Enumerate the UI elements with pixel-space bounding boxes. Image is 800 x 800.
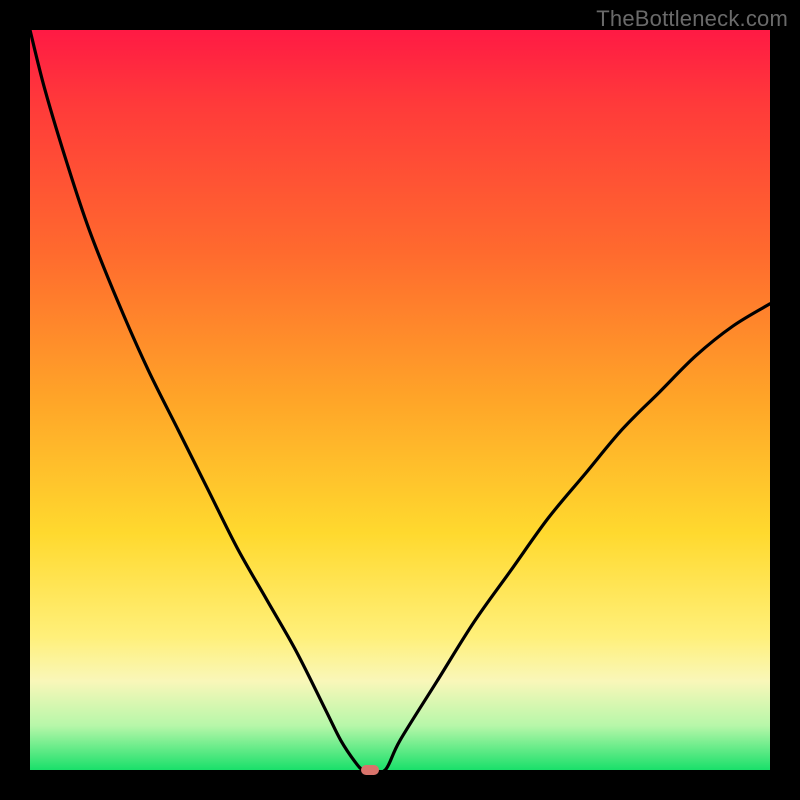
curve-path [30, 30, 770, 772]
bottleneck-curve [30, 30, 770, 770]
chart-frame: TheBottleneck.com [0, 0, 800, 800]
attribution-text: TheBottleneck.com [596, 6, 788, 32]
plot-area [30, 30, 770, 770]
minimum-marker [361, 765, 379, 775]
